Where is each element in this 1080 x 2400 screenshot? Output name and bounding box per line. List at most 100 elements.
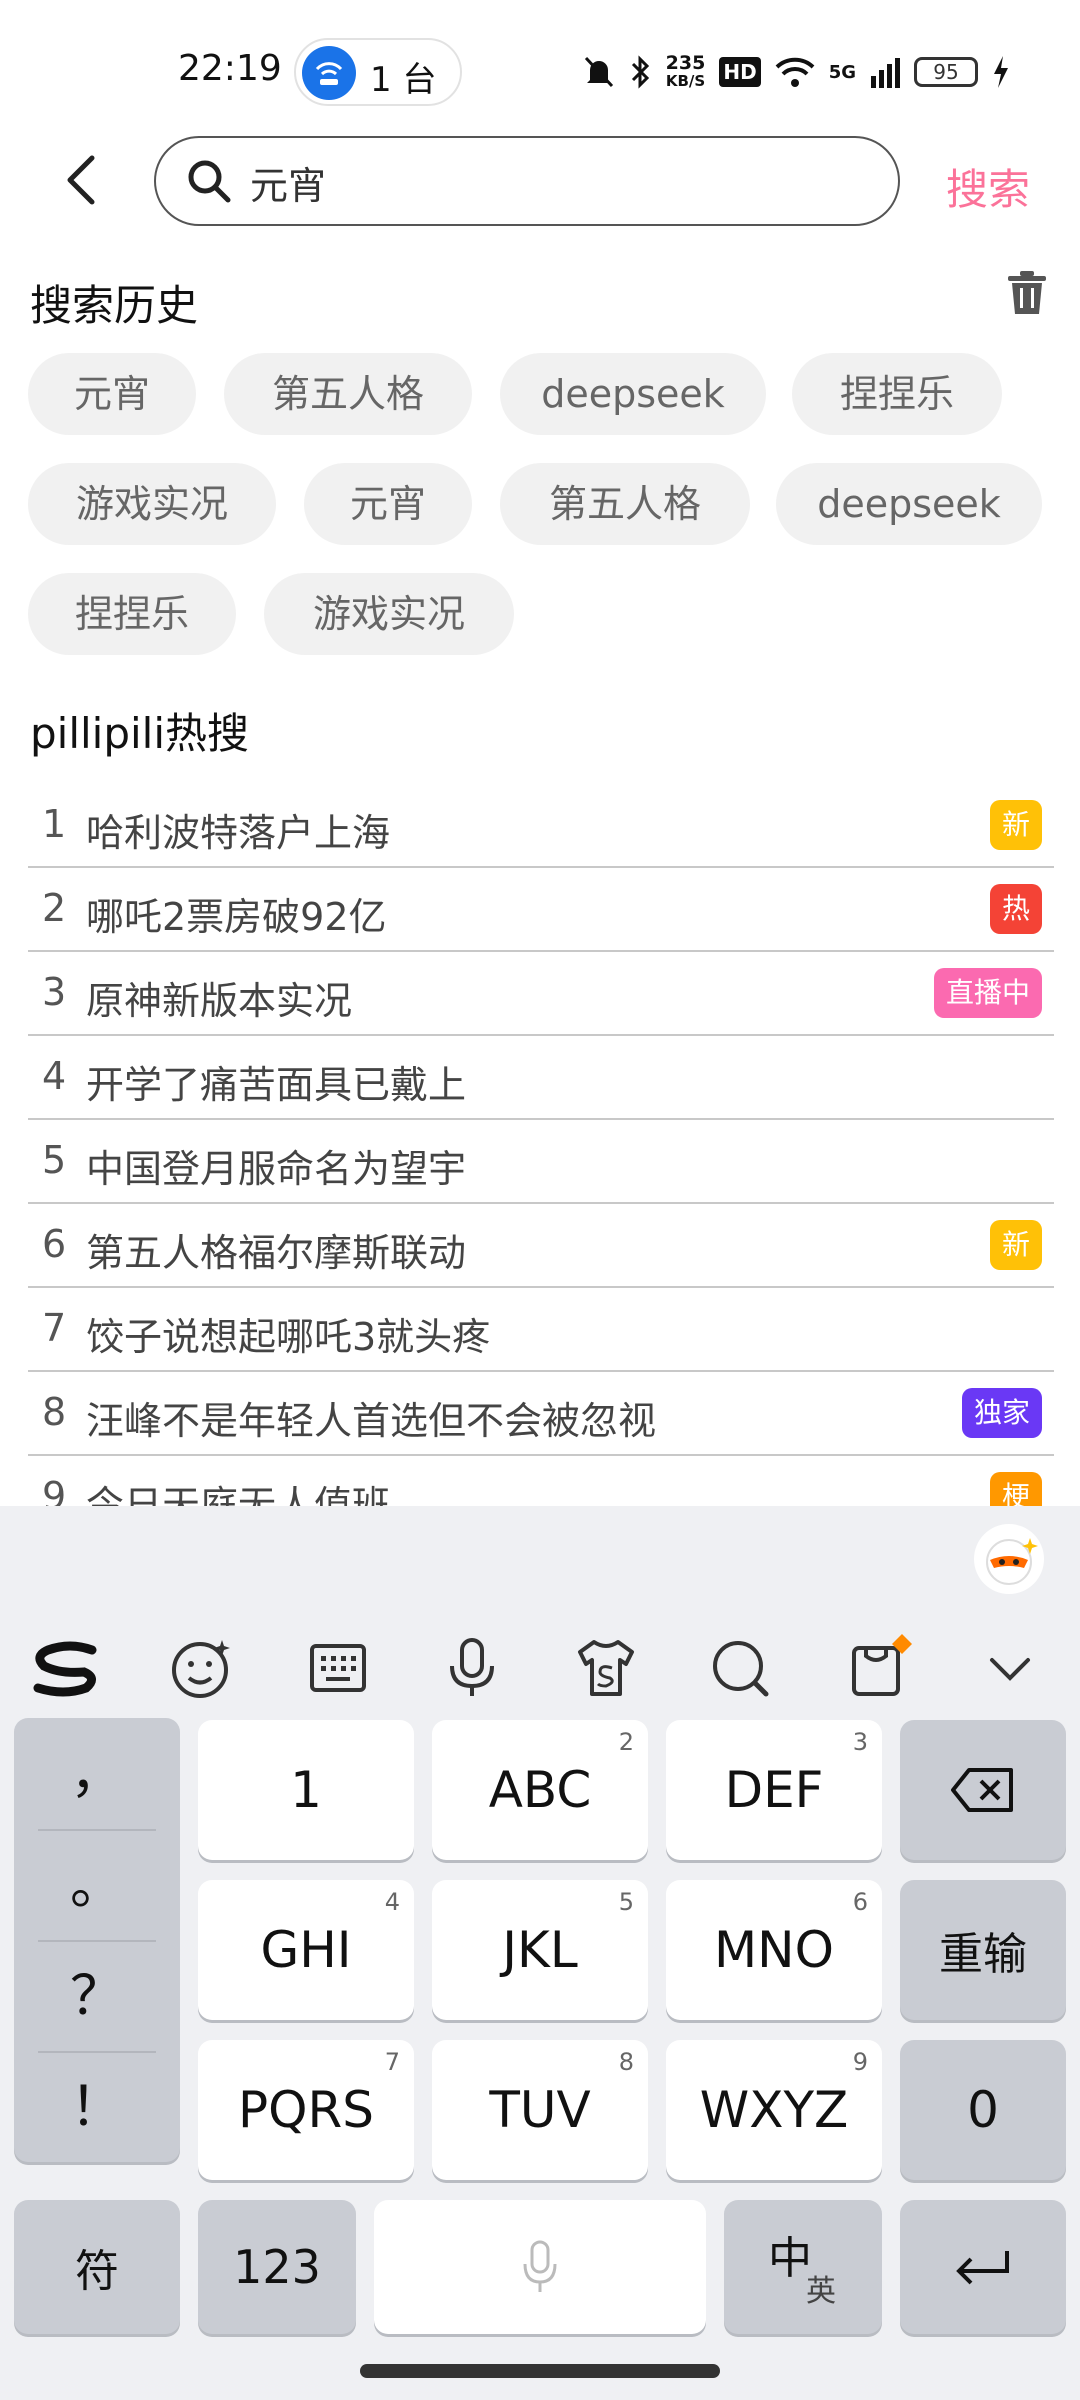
hot-search-row[interactable]: 8 汪峰不是年轻人首选但不会被忽视 独家 (28, 1372, 1054, 1456)
bluetooth-icon (631, 55, 649, 89)
live-badge: 直播中 (933, 968, 1042, 1018)
enter-icon (956, 2251, 1009, 2285)
history-chip[interactable]: 捏捏乐 (28, 573, 236, 655)
rank-number: 3 (42, 970, 67, 1014)
search-history-title: 搜索历史 (30, 281, 199, 330)
microphone-icon[interactable] (438, 1634, 506, 1702)
punct-key-comma[interactable]: ， (14, 1718, 180, 1829)
keyboard-icon[interactable] (304, 1634, 372, 1702)
symbols-key[interactable]: 符 (14, 2200, 180, 2334)
hot-search-text: 开学了痛苦面具已戴上 (86, 1063, 467, 1107)
search-input[interactable] (250, 152, 870, 212)
key-wxyz[interactable]: 9 WXYZ (666, 2040, 882, 2180)
home-indicator[interactable] (360, 2364, 720, 2378)
rank-number: 6 (42, 1222, 67, 1266)
charging-icon (994, 56, 1008, 88)
history-chip[interactable]: 游戏实况 (28, 463, 276, 545)
keyboard: ， 。 ？ ！ 1 2 ABC 3 DEF 4 GHI 5 JKL 6 MNO 重输 7P… (0, 1506, 1080, 2400)
hot-search-text: 哪吒2票房破92亿 (86, 895, 387, 939)
hot-search-row[interactable]: 4 开学了痛苦面具已戴上 (28, 1036, 1054, 1120)
history-chip[interactable]: deepseek (776, 463, 1042, 545)
numbers-key[interactable]: 123 (198, 2200, 356, 2334)
search-button[interactable]: 搜索 (946, 156, 1030, 217)
key-abc[interactable]: 2 ABC (432, 1720, 648, 1860)
clipboard-icon[interactable] (846, 1634, 914, 1702)
key-jkl[interactable]: 5 JKL (432, 1880, 648, 2020)
reenter-key[interactable]: 重输 (900, 1880, 1066, 2020)
search-icon (188, 160, 231, 203)
network-type: 5G (828, 61, 856, 83)
hot-search-text: 第五人格福尔摩斯联动 (86, 1231, 467, 1275)
back-button[interactable] (58, 152, 108, 208)
key-mno[interactable]: 6 MNO (666, 1880, 882, 2020)
history-chip[interactable]: 元宵 (304, 463, 472, 545)
space-key[interactable] (374, 2200, 706, 2334)
punct-key-question[interactable]: ？ (14, 1940, 180, 2051)
hot-search-text: 汪峰不是年轻人首选但不会被忽视 (86, 1399, 657, 1443)
history-chip[interactable]: 元宵 (28, 353, 196, 435)
history-chip[interactable]: 第五人格 (500, 463, 750, 545)
hot-search-row[interactable]: 6 第五人格福尔摩斯联动 新 (28, 1204, 1054, 1288)
battery-icon: 95 (914, 57, 978, 87)
net-speed: 235 KB/S (665, 52, 706, 91)
rank-number: 5 (42, 1138, 67, 1182)
rank-number: 2 (42, 886, 67, 930)
keyboard-toolbar (0, 1606, 1080, 1726)
device-connect-pill[interactable]: 1 台 (294, 38, 462, 106)
wifi-share-icon (302, 46, 356, 100)
new-badge: 新 (989, 1220, 1042, 1270)
history-chip[interactable]: deepseek (500, 353, 766, 435)
hot-search-row[interactable]: 2 哪吒2票房破92亿 热 (28, 868, 1054, 952)
mute-icon (584, 56, 613, 88)
hot-search-text: 中国登月服命名为望宇 (86, 1147, 467, 1191)
key-pqrs[interactable]: 7 PQRS (198, 2040, 414, 2180)
status-time: 22:19 (178, 48, 282, 89)
key-def[interactable]: 3 DEF (666, 1720, 882, 1860)
hot-search-row[interactable]: 1 哈利波特落户上海 新 (28, 784, 1054, 868)
history-chip[interactable]: 游戏实况 (264, 573, 514, 655)
rank-number: 7 (42, 1306, 67, 1350)
backspace-icon (951, 1768, 1013, 1812)
collapse-keyboard-icon[interactable] (976, 1634, 1044, 1702)
hot-search-row[interactable]: 5 中国登月服命名为望宇 (28, 1120, 1054, 1204)
key-tuv[interactable]: 8 TUV (432, 2040, 648, 2180)
hot-search-list: 1 哈利波特落户上海新 2 哪吒2票房破92亿 热 3 原神新版本实况 直播中 4 开学了痛… (28, 784, 1054, 1540)
key-zero[interactable]: 0 (900, 2040, 1066, 2180)
hot-search-row[interactable]: 3 原神新版本实况 直播中 (28, 952, 1054, 1036)
hot-search-row[interactable]: 7 饺子说想起哪吒3就头疼 (28, 1288, 1054, 1372)
search-box[interactable] (154, 136, 900, 226)
history-chip[interactable]: 第五人格 (224, 353, 472, 435)
device-count: 1 台 (370, 60, 437, 100)
language-switch-key[interactable]: 中 英 (724, 2200, 882, 2334)
chevron-left-icon (67, 155, 95, 205)
hot-badge: 热 (989, 884, 1042, 934)
trash-icon (1008, 271, 1046, 314)
key-ghi[interactable]: 4 GHI (198, 1880, 414, 2020)
history-chip[interactable]: 捏捏乐 (792, 353, 1002, 435)
search-icon[interactable] (706, 1634, 774, 1702)
signal-icon (871, 58, 900, 88)
hot-search-title: pillipili热搜 (30, 709, 250, 758)
enter-key[interactable] (900, 2200, 1066, 2334)
rank-number: 8 (42, 1390, 67, 1434)
key-1[interactable]: 1 (198, 1720, 414, 1860)
emoji-icon[interactable] (168, 1634, 236, 1702)
lang-sub-label: 英 (806, 2274, 836, 2309)
punct-key-period[interactable]: 。 (14, 1829, 180, 1940)
backspace-key[interactable] (900, 1720, 1066, 1860)
wifi-icon (775, 57, 815, 87)
microphone-icon (523, 2240, 557, 2292)
search-page: 22:19 1 台 235KB/S HD 5G 95 搜索 搜索历史 元 (0, 0, 1080, 2400)
keyboard-mascot-icon[interactable] (974, 1524, 1044, 1594)
punctuation-column: ， 。 ？ ！ (14, 1718, 180, 2162)
hot-search-text: 原神新版本实况 (86, 979, 353, 1023)
hot-search-text: 饺子说想起哪吒3就头疼 (86, 1315, 491, 1359)
hd-badge: HD (719, 57, 761, 87)
punct-key-exclamation[interactable]: ！ (14, 2051, 180, 2162)
new-badge: 新 (989, 800, 1042, 850)
clear-history-button[interactable] (1006, 270, 1048, 320)
skin-shirt-icon[interactable] (572, 1634, 640, 1702)
sogou-logo-icon[interactable] (30, 1634, 98, 1702)
rank-number: 4 (42, 1054, 67, 1098)
rank-number: 1 (42, 802, 67, 846)
